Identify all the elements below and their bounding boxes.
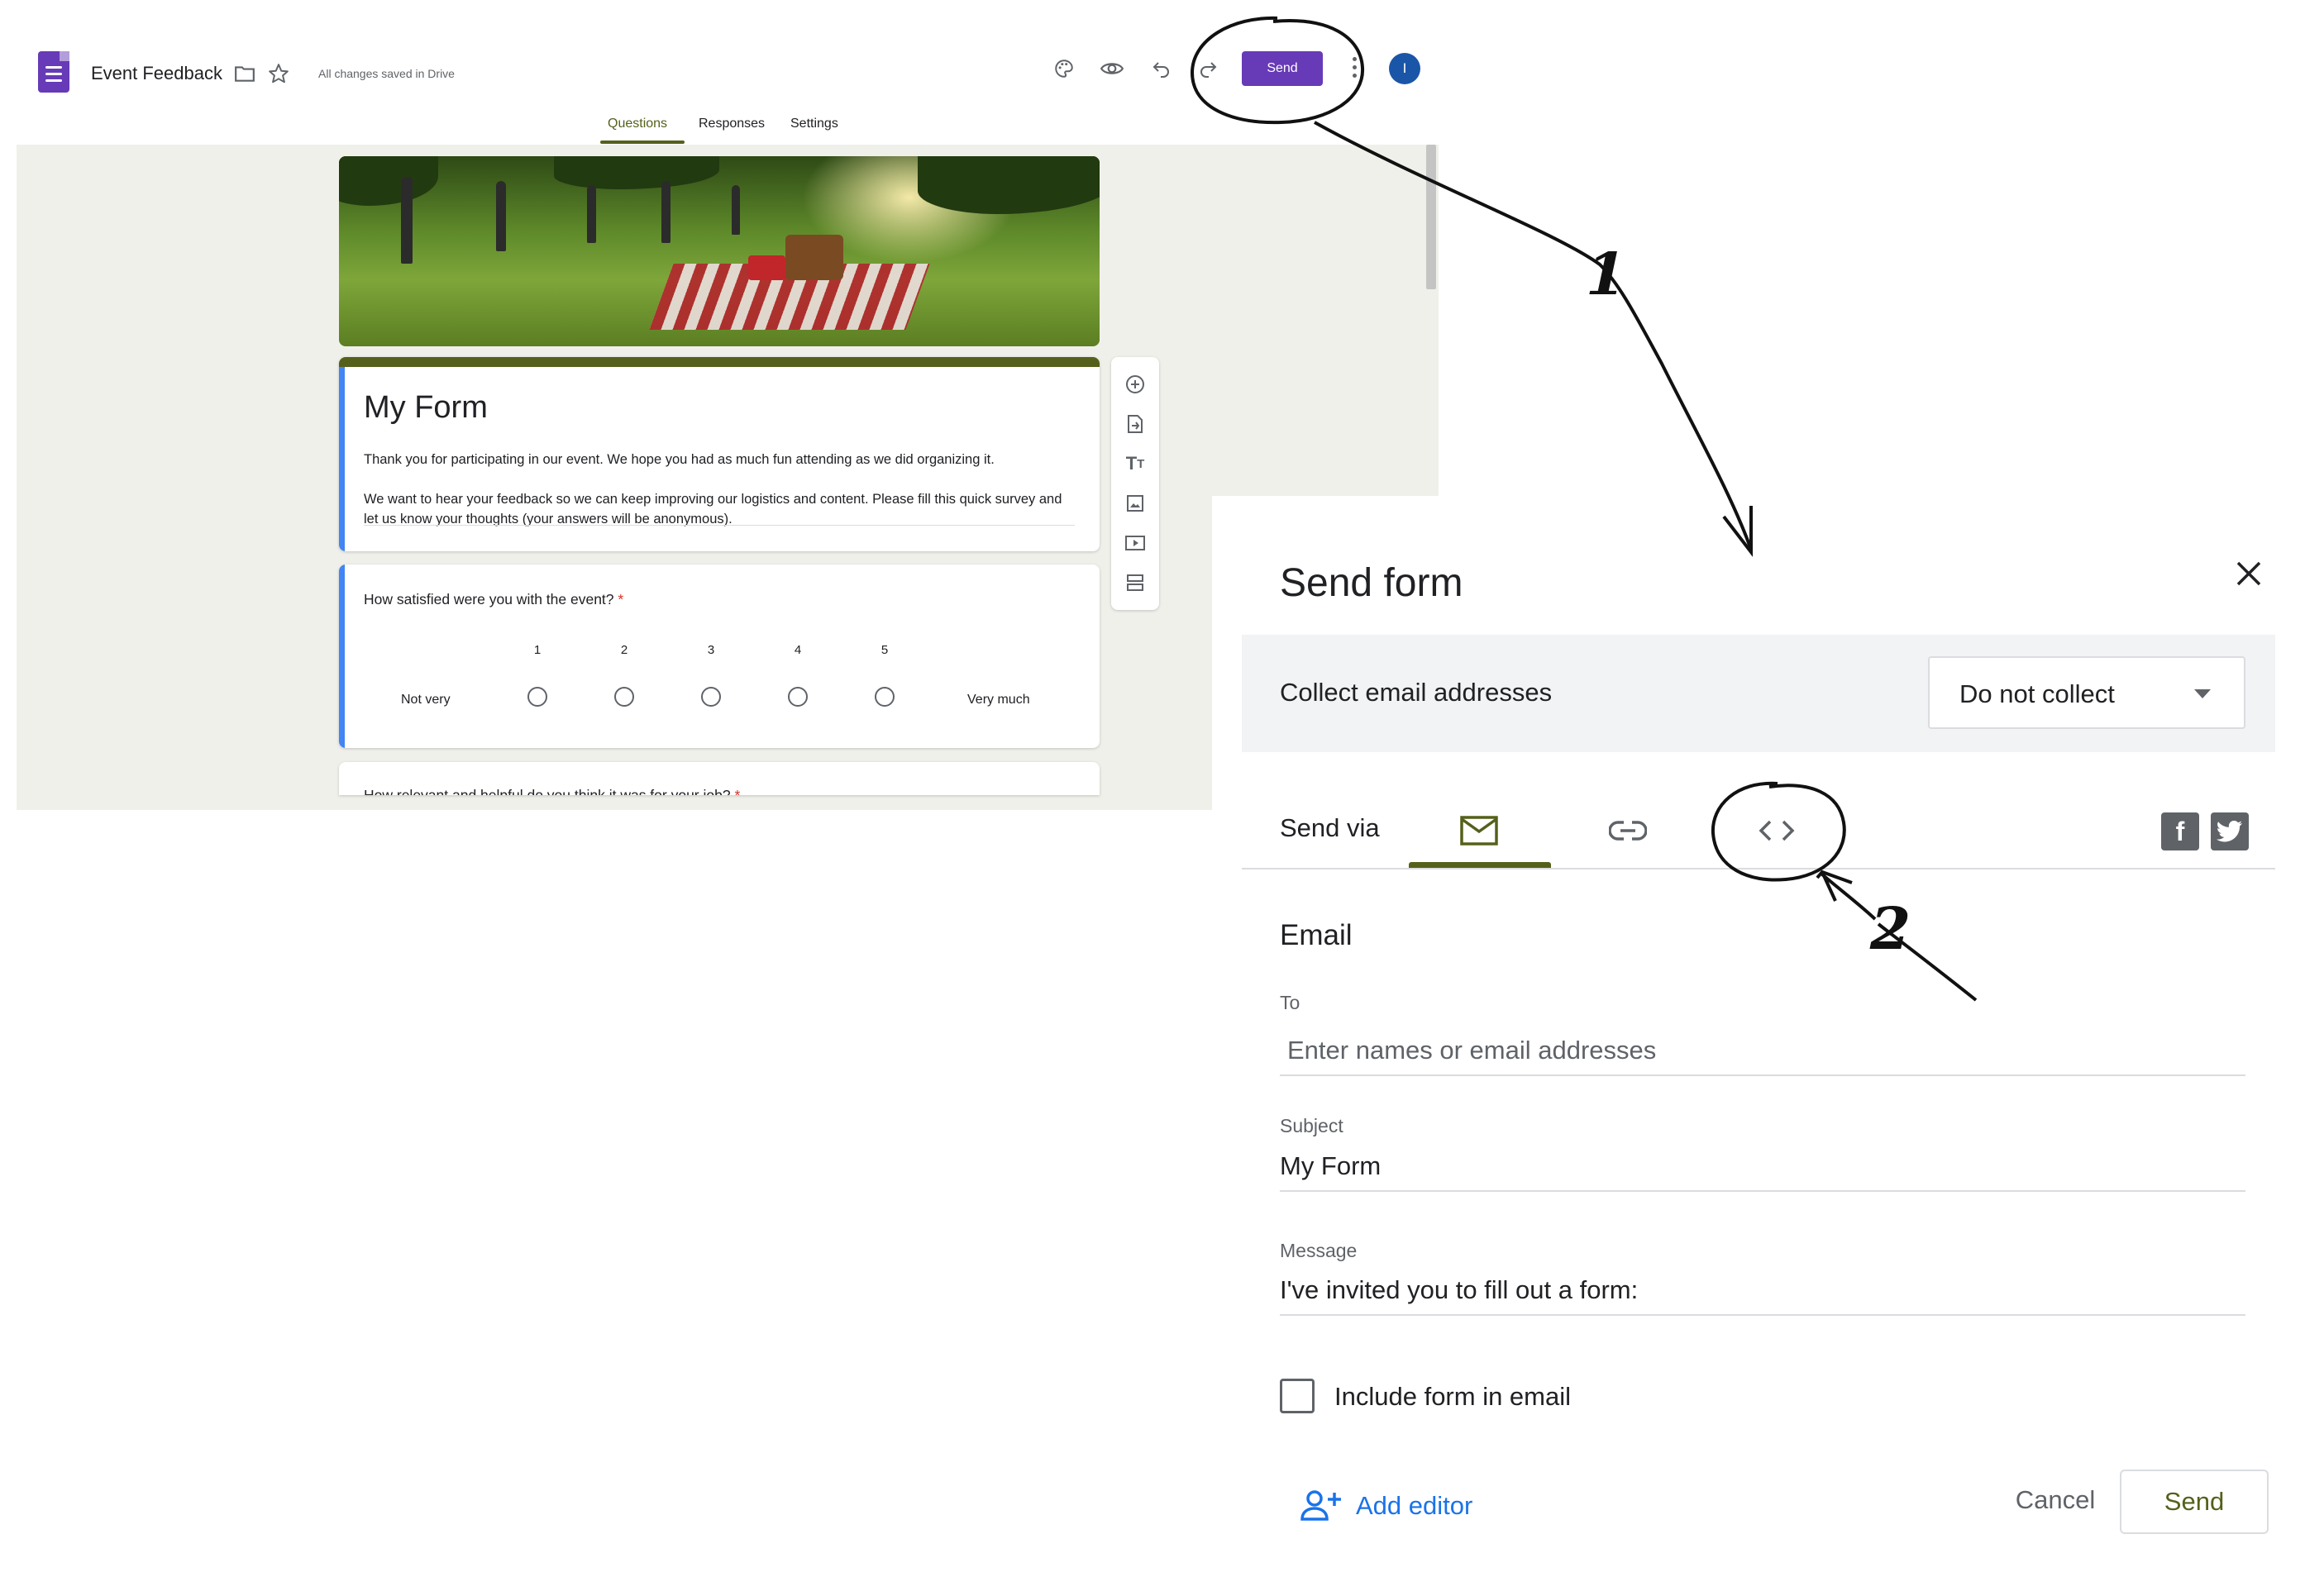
- question-1-text: How satisfied were you with the event? *: [364, 591, 624, 607]
- form-description[interactable]: Thank you for participating in our event…: [364, 450, 1075, 529]
- question-2-text: How relevant and helpful do you think it…: [364, 787, 740, 795]
- send-form-dialog: Send form Collect email addresses Do not…: [1212, 496, 2305, 1596]
- question-card-2[interactable]: How relevant and helpful do you think it…: [339, 762, 1100, 795]
- to-input[interactable]: [1280, 1027, 2245, 1076]
- dropdown-caret-icon: [2194, 689, 2211, 698]
- form-title-card[interactable]: My Form Thank you for participating in o…: [339, 357, 1100, 551]
- collect-email-value: Do not collect: [1959, 679, 2115, 708]
- include-form-checkbox[interactable]: [1280, 1379, 1315, 1413]
- active-tab-indicator: [600, 141, 685, 144]
- tab-questions[interactable]: Questions: [608, 117, 667, 131]
- embed-code-icon: [1759, 820, 1795, 841]
- undo-icon[interactable]: [1149, 56, 1174, 81]
- add-question-icon[interactable]: [1124, 374, 1146, 395]
- scale-high-label: Very much: [967, 693, 1030, 707]
- dialog-title: Send form: [1280, 561, 1463, 605]
- required-asterisk: *: [618, 591, 624, 607]
- scale-low-label: Not very: [401, 693, 451, 707]
- tab-link[interactable]: [1558, 793, 1698, 868]
- scale-radio-3[interactable]: [701, 687, 721, 707]
- subject-input[interactable]: [1280, 1142, 2245, 1192]
- add-video-icon[interactable]: [1124, 532, 1146, 554]
- collect-email-row: Collect email addresses Do not collect: [1242, 635, 2275, 752]
- document-title[interactable]: Event Feedback: [91, 63, 222, 84]
- description-paragraph-1: Thank you for participating in our event…: [364, 452, 995, 467]
- email-icon: [1460, 816, 1498, 846]
- scale-number-4: 4: [794, 643, 802, 657]
- question-card-1[interactable]: How satisfied were you with the event? *…: [339, 565, 1100, 748]
- scale-radio-2[interactable]: [614, 687, 634, 707]
- send-button[interactable]: Send: [2120, 1470, 2269, 1534]
- description-paragraph-2: We want to hear your feedback so we can …: [364, 492, 1062, 526]
- add-editor-label: Add editor: [1356, 1491, 1473, 1520]
- send-button-toolbar[interactable]: Send: [1242, 51, 1323, 86]
- tab-email[interactable]: [1409, 793, 1549, 868]
- header-image: [339, 156, 1100, 346]
- save-status: All changes saved in Drive: [318, 67, 455, 80]
- add-title-icon[interactable]: TT: [1124, 453, 1146, 474]
- add-section-icon[interactable]: [1124, 572, 1146, 593]
- email-section-heading: Email: [1280, 919, 1353, 951]
- editor-topbar: Event Feedback All changes saved in Driv…: [0, 0, 1439, 145]
- forms-logo-icon[interactable]: [38, 51, 69, 93]
- canvas-scrollbar[interactable]: [1426, 145, 1436, 289]
- account-avatar[interactable]: I: [1389, 53, 1420, 84]
- scale-radio-4[interactable]: [788, 687, 808, 707]
- message-label: Message: [1280, 1240, 1358, 1261]
- scale-number-1: 1: [533, 643, 542, 657]
- collect-email-label: Collect email addresses: [1280, 678, 1553, 707]
- more-vert-icon[interactable]: [1353, 55, 1358, 83]
- facebook-icon[interactable]: f: [2161, 812, 2199, 850]
- annotation-step-1: 1: [1578, 240, 1634, 308]
- add-image-icon[interactable]: [1124, 493, 1146, 514]
- form-title[interactable]: My Form: [364, 390, 488, 426]
- link-icon: [1609, 821, 1647, 841]
- star-icon[interactable]: [266, 61, 291, 86]
- scale-radio-5[interactable]: [875, 687, 895, 707]
- required-asterisk: *: [734, 787, 741, 795]
- redo-icon[interactable]: [1195, 56, 1220, 81]
- tab-settings[interactable]: Settings: [790, 117, 838, 131]
- folder-icon[interactable]: [233, 63, 256, 84]
- add-editor-button[interactable]: Add editor: [1300, 1481, 1472, 1531]
- cancel-button[interactable]: Cancel: [1981, 1471, 2130, 1529]
- add-person-icon: [1300, 1490, 1341, 1521]
- import-questions-icon[interactable]: [1124, 413, 1146, 435]
- editor-tabs: Questions Responses Settings: [0, 112, 1439, 145]
- send-via-label: Send via: [1280, 813, 1380, 842]
- scale-number-2: 2: [620, 643, 628, 657]
- scale-radio-1[interactable]: [527, 687, 547, 707]
- tab-embed-html[interactable]: [1706, 793, 1847, 868]
- preview-eye-icon[interactable]: [1099, 56, 1125, 81]
- message-input[interactable]: [1280, 1266, 2245, 1316]
- close-icon[interactable]: [2229, 554, 2269, 593]
- include-form-label[interactable]: Include form in email: [1334, 1382, 1571, 1412]
- scale-number-3: 3: [707, 643, 715, 657]
- scale-number-5: 5: [880, 643, 889, 657]
- to-label: To: [1280, 992, 1300, 1013]
- question-side-toolbar: TT: [1111, 357, 1159, 610]
- active-send-tab-indicator: [1409, 862, 1551, 868]
- collect-email-select[interactable]: Do not collect: [1928, 656, 2245, 729]
- tab-responses[interactable]: Responses: [699, 117, 765, 131]
- palette-icon[interactable]: [1052, 56, 1076, 81]
- selected-indicator: [339, 367, 345, 551]
- twitter-icon[interactable]: [2211, 812, 2249, 850]
- subject-label: Subject: [1280, 1115, 1343, 1136]
